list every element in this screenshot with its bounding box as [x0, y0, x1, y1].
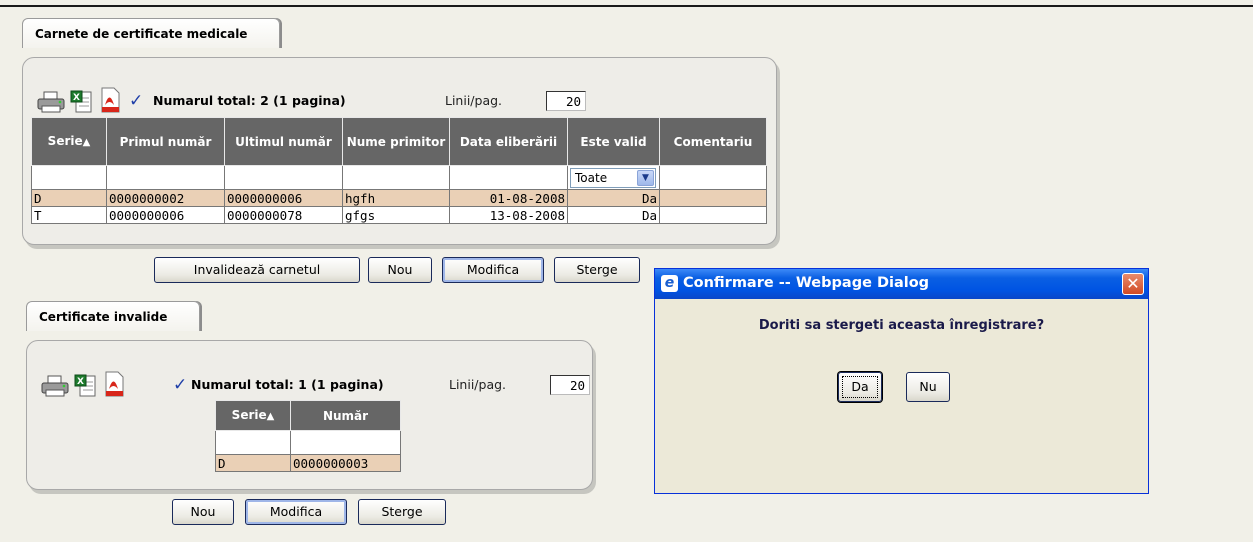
- nou-button[interactable]: Nou: [368, 257, 432, 283]
- carnete-panel: X ✓ Numarul total: 2 (1 pagina) Linii/pa…: [22, 57, 777, 245]
- tab-carnete[interactable]: Carnete de certificate medicale: [22, 18, 280, 48]
- lines-per-page-input[interactable]: 20: [550, 375, 590, 395]
- tab-carnete-label: Carnete de certificate medicale: [35, 27, 248, 41]
- dialog-titlebar[interactable]: e Confirmare -- Webpage Dialog ✕: [655, 269, 1148, 299]
- cell-comentariu: [659, 189, 767, 207]
- sterge-button[interactable]: Sterge: [554, 257, 640, 283]
- top-separator: [0, 5, 1253, 7]
- ie-icon: e: [661, 275, 678, 292]
- pdf-icon[interactable]: [99, 87, 121, 113]
- col-numar[interactable]: Număr: [290, 400, 401, 431]
- sort-asc-icon: ▲: [266, 410, 275, 422]
- yes-button[interactable]: Da: [838, 372, 882, 402]
- filter-row: Toate ▼: [31, 165, 767, 190]
- filter-valid-cell: Toate ▼: [567, 165, 660, 190]
- tab-certificate-invalide[interactable]: Certificate invalide: [26, 301, 200, 331]
- excel-icon[interactable]: X: [74, 373, 96, 397]
- invalide-table: Serie▲ Număr D 0000000003: [215, 400, 401, 472]
- svg-text:X: X: [77, 377, 84, 387]
- cell-serie: T: [31, 206, 107, 224]
- dialog-title: Confirmare -- Webpage Dialog: [683, 275, 930, 291]
- check-icon[interactable]: ✓: [129, 91, 143, 111]
- cell-serie: D: [215, 454, 291, 472]
- table-row[interactable]: T 0000000006 0000000078 gfgs 13-08-2008 …: [31, 206, 767, 224]
- dialog-message: Doriti sa stergeti aceasta înregistrare?: [758, 318, 1045, 333]
- nou-button[interactable]: Nou: [172, 499, 234, 525]
- pdf-icon[interactable]: [103, 371, 125, 397]
- col-serie[interactable]: Serie▲: [31, 117, 107, 166]
- carnete-table: Serie▲ Primul număr Ultimul număr Nume p…: [31, 117, 767, 224]
- filter-serie[interactable]: [31, 165, 107, 190]
- col-data-eliberarii[interactable]: Data eliberării: [449, 117, 568, 166]
- total-count: Numarul total: 1 (1 pagina): [191, 377, 384, 392]
- cell-valid: Da: [567, 206, 660, 224]
- filter-numar[interactable]: [290, 430, 401, 455]
- invalide-panel: X ✓ Numarul total: 1 (1 pagina) Linii/pa…: [26, 340, 593, 490]
- col-ultimul-numar[interactable]: Ultimul număr: [224, 117, 343, 166]
- invalide-toolbar: X ✓ Numarul total: 1 (1 pagina) Linii/pa…: [41, 371, 590, 397]
- printer-icon[interactable]: [41, 375, 69, 397]
- cell-numar: 0000000003: [290, 454, 401, 472]
- col-comentariu[interactable]: Comentariu: [659, 117, 767, 166]
- table-row[interactable]: D 0000000003: [215, 454, 401, 472]
- no-button[interactable]: Nu: [906, 372, 950, 402]
- printer-icon[interactable]: [37, 91, 65, 113]
- excel-icon[interactable]: X: [70, 89, 92, 113]
- filter-primul[interactable]: [106, 165, 225, 190]
- filter-serie[interactable]: [215, 430, 291, 455]
- total-count: Numarul total: 2 (1 pagina): [153, 93, 346, 108]
- cell-ultimul: 0000000006: [224, 189, 343, 207]
- lines-per-page-input[interactable]: 20: [546, 91, 586, 111]
- check-icon[interactable]: ✓: [173, 375, 187, 395]
- filter-data[interactable]: [449, 165, 568, 190]
- cell-data: 01-08-2008: [449, 189, 568, 207]
- modifica-button[interactable]: Modifica: [442, 257, 544, 283]
- cell-nume: hgfh: [342, 189, 450, 207]
- col-serie[interactable]: Serie▲: [215, 400, 291, 431]
- cell-comentariu: [659, 206, 767, 224]
- svg-text:X: X: [73, 93, 80, 103]
- filter-comentariu[interactable]: [659, 165, 767, 190]
- tab-certificate-invalide-label: Certificate invalide: [39, 310, 168, 324]
- lines-per-page-label: Linii/pag.: [449, 377, 507, 392]
- cell-data: 13-08-2008: [449, 206, 568, 224]
- cell-valid: Da: [567, 189, 660, 207]
- filter-nume[interactable]: [342, 165, 450, 190]
- cell-ultimul: 0000000078: [224, 206, 343, 224]
- close-icon[interactable]: ✕: [1122, 273, 1144, 295]
- modifica-button[interactable]: Modifica: [245, 499, 347, 525]
- filter-row: [215, 430, 401, 455]
- col-este-valid[interactable]: Este valid: [567, 117, 660, 166]
- sterge-button[interactable]: Sterge: [358, 499, 446, 525]
- col-nume-primitor[interactable]: Nume primitor: [342, 117, 450, 166]
- confirm-dialog: e Confirmare -- Webpage Dialog ✕ Doriti …: [654, 268, 1149, 494]
- valid-filter-select[interactable]: Toate ▼: [570, 167, 656, 188]
- filter-ultimul[interactable]: [224, 165, 343, 190]
- chevron-down-icon: ▼: [637, 169, 654, 186]
- valid-filter-value: Toate: [575, 170, 608, 185]
- cell-primul: 0000000002: [106, 189, 225, 207]
- table-row[interactable]: D 0000000002 0000000006 hgfh 01-08-2008 …: [31, 189, 767, 207]
- cell-serie: D: [31, 189, 107, 207]
- sort-asc-icon: ▲: [82, 136, 91, 148]
- col-primul-numar[interactable]: Primul număr: [106, 117, 225, 166]
- carnete-toolbar: X ✓ Numarul total: 2 (1 pagina) Linii/pa…: [37, 87, 597, 113]
- cell-primul: 0000000006: [106, 206, 225, 224]
- invalideaza-carnetul-button[interactable]: Invalidează carnetul: [154, 257, 360, 283]
- lines-per-page-label: Linii/pag.: [445, 93, 503, 108]
- cell-nume: gfgs: [342, 206, 450, 224]
